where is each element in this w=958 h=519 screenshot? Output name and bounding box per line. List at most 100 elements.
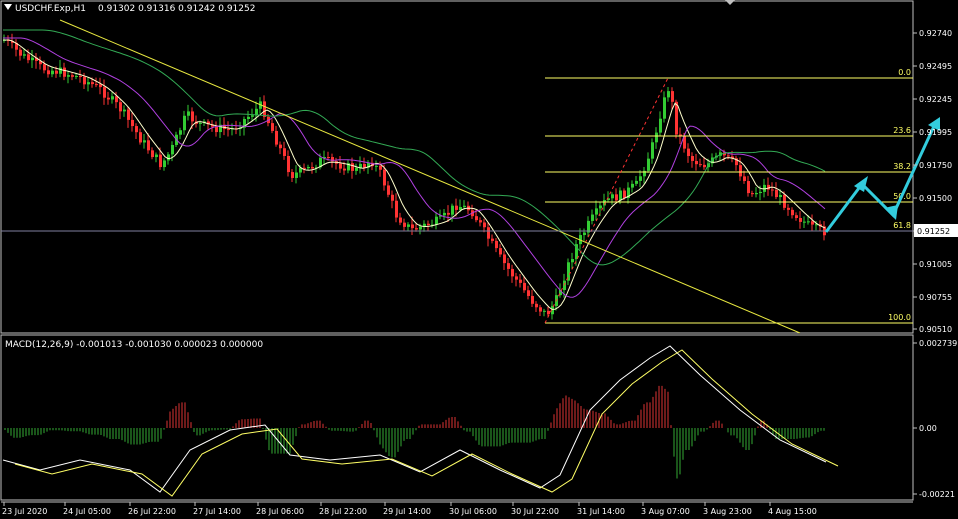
candle-body (743, 176, 746, 182)
candle-body (363, 163, 366, 168)
candle-body (523, 282, 526, 291)
candle-body (543, 310, 546, 312)
candle-body (63, 67, 66, 77)
candle-body (47, 70, 50, 75)
candle-body (359, 163, 362, 168)
candle-body (27, 54, 30, 61)
candle-body (179, 130, 182, 135)
axes-layer: 0.92740 0.92495 0.92245 0.91995 0.91750 0.915… (2, 29, 958, 516)
price-tick-label: 0.92245 (919, 95, 952, 104)
chart-window[interactable]: 0.023.638.250.061.8100.0 0.92740 0.92495 0… (0, 0, 958, 519)
candle-body (463, 205, 466, 208)
candle-body (287, 155, 290, 173)
candle-body (343, 168, 346, 171)
fibonacci-layer: 0.023.638.250.061.8100.0 (544, 68, 913, 324)
candle-body (539, 307, 542, 312)
candle-body (443, 212, 446, 216)
candle-body (515, 276, 518, 280)
candle-body (419, 226, 422, 230)
candle-body (755, 193, 758, 195)
candle-body (635, 180, 638, 184)
candle-body (191, 111, 194, 122)
candle-body (291, 172, 294, 178)
candle-body (43, 64, 46, 71)
time-tick-label: 23 Jul 2020 (2, 507, 47, 516)
candle-body (311, 166, 314, 169)
candle-body (799, 217, 802, 222)
ma-green-line (3, 29, 826, 266)
price-tick-label: 0.90755 (919, 293, 952, 302)
candle-body (51, 70, 54, 75)
candle-body (703, 164, 706, 168)
candle-body (171, 144, 174, 155)
price-tick-label: 0.92740 (919, 29, 952, 38)
forecast-zigzag (824, 123, 937, 233)
scroll-marker-icon[interactable] (725, 0, 735, 5)
candle-body (659, 118, 662, 133)
candle-body (351, 163, 354, 171)
candle-body (263, 101, 266, 117)
candle-body (75, 76, 78, 78)
candle-body (771, 189, 774, 191)
candle-body (67, 75, 70, 77)
candle-body (479, 220, 482, 223)
candle-body (403, 222, 406, 227)
time-tick-label: 27 Jul 14:00 (193, 507, 241, 516)
chart-menu-triangle-icon[interactable] (4, 4, 12, 10)
candle-body (491, 238, 494, 241)
candle-body (83, 76, 86, 85)
candle-body (503, 254, 506, 264)
candle-body (691, 156, 694, 161)
macd-tick-label: 0.002739 (919, 339, 957, 348)
macd-tick-label: 0.00 (919, 424, 937, 433)
candle-body (519, 279, 522, 283)
candle-body (395, 200, 398, 218)
candle-body (143, 140, 146, 143)
candle-body (511, 268, 514, 277)
candle-body (183, 115, 186, 131)
macd-signal-line (14, 349, 839, 497)
candle-body (103, 87, 106, 98)
candle-body (483, 222, 486, 228)
candle-body (251, 115, 254, 117)
candle-body (787, 207, 790, 210)
price-tick-label: 0.92495 (919, 62, 952, 71)
candle-body (355, 167, 358, 171)
candle-body (759, 191, 762, 194)
candle-body (411, 224, 414, 229)
candle-body (547, 310, 550, 315)
candle-body (531, 295, 534, 304)
candle-body (275, 130, 278, 145)
time-tick-label: 26 Jul 22:00 (128, 507, 176, 516)
candle-body (391, 194, 394, 201)
candle-body (227, 129, 230, 131)
fib-level-label: 23.6 (893, 126, 911, 135)
candle-body (199, 122, 202, 124)
candle-body (131, 119, 134, 127)
candle-body (591, 214, 594, 221)
time-tick-label: 28 Jul 22:00 (319, 507, 367, 516)
price-tick-label: 0.91750 (919, 161, 952, 170)
candle-body (655, 132, 658, 143)
candle-body (667, 91, 670, 98)
trendline-layer (1, 19, 913, 334)
price-tick-label: 0.91995 (919, 128, 952, 137)
candle-body (619, 190, 622, 201)
candle-body (123, 109, 126, 112)
candle-body (95, 84, 98, 86)
candle-body (595, 208, 598, 215)
candle-body (283, 148, 286, 156)
candle-body (663, 97, 666, 119)
candle-body (247, 116, 250, 120)
ma-purple-line (3, 37, 826, 298)
candle-body (383, 169, 386, 186)
candle-body (167, 154, 170, 161)
candle-body (455, 205, 458, 210)
candle-body (375, 165, 378, 167)
candle-body (507, 263, 510, 269)
candle-body (71, 75, 74, 77)
ohlc-values: 0.91302 0.91316 0.91242 0.91252 (98, 4, 255, 14)
candle-body (387, 185, 390, 195)
time-tick-label: 31 Jul 14:00 (577, 507, 625, 516)
ma-fast-line (3, 39, 826, 310)
